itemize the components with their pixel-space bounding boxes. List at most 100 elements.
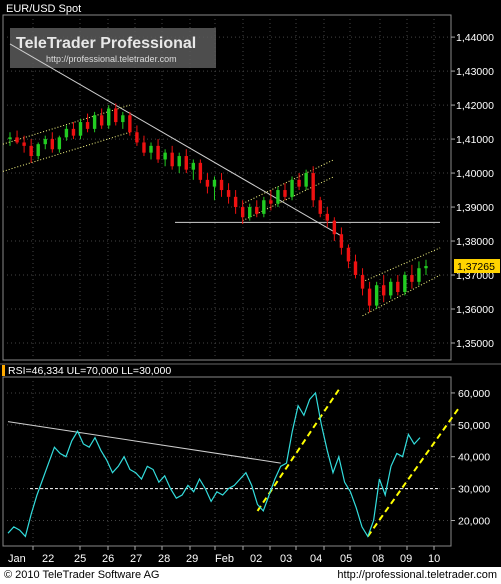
candle-body (233, 196, 238, 208)
candle-body (142, 142, 146, 153)
x-tick-label: 08 (372, 553, 384, 565)
rsi-series-line (7, 391, 421, 538)
candle-body (269, 200, 273, 204)
candle-body (226, 190, 231, 197)
candle-body (262, 200, 266, 214)
candle-body (198, 162, 203, 180)
watermark-subtitle: http://professional.teletrader.com (46, 54, 177, 64)
price-ytick-label: 1,39000 (456, 202, 494, 214)
rsi-ytick-label: 40,000 (458, 452, 490, 464)
x-tick-label: 25 (74, 553, 86, 565)
copyright-text: © 2010 TeleTrader Software AG (4, 569, 160, 581)
candle-body (311, 173, 315, 201)
candle-body (29, 145, 33, 157)
candle-body (177, 156, 181, 167)
candle-body (85, 122, 90, 129)
watermark-title: TeleTrader Professional (16, 35, 196, 52)
candle-body (360, 275, 365, 289)
candle-body (212, 179, 217, 187)
rsi-ytick-label: 30,000 (458, 484, 490, 496)
candle-body (240, 207, 245, 218)
candle-body (219, 179, 224, 191)
rsi-marker (2, 365, 5, 376)
x-tick-label: Feb (215, 553, 234, 565)
candle-body (290, 179, 294, 197)
rsi-ytick-label: 60,000 (458, 388, 490, 400)
x-tick-label: 09 (400, 553, 412, 565)
candle-body (318, 200, 322, 214)
candle-body (57, 137, 62, 150)
candle-body (121, 115, 125, 123)
candle-body (205, 179, 210, 187)
candle-body (107, 108, 111, 126)
candle-body (367, 288, 372, 306)
candle-body (156, 145, 160, 160)
x-tick-label: 29 (186, 553, 198, 565)
candle-body (163, 152, 167, 160)
candle-body (71, 128, 76, 136)
candle-body (276, 190, 280, 204)
candle-body (43, 139, 47, 145)
rsi-trend-line (7, 421, 281, 464)
candle-body (410, 275, 414, 282)
candle-body (332, 220, 337, 235)
candle-body (255, 207, 259, 214)
candle-body (114, 108, 118, 123)
candle-body (283, 190, 287, 197)
price-chart-title: EUR/USD Spot (6, 3, 81, 15)
price-ytick-label: 1,35000 (456, 338, 494, 350)
chart-canvas: 1,44000 1,43000 1,42000 1,41000 1,40000 1,390… (0, 3, 501, 565)
candle-body (403, 275, 407, 293)
price-ytick-label: 1,38000 (456, 236, 494, 248)
rsi-trend-line (366, 408, 460, 538)
x-tick-label: 05 (340, 553, 352, 565)
candle-body (389, 281, 393, 296)
x-tick-label: 27 (130, 553, 142, 565)
candle-body (304, 173, 308, 187)
candle-body (15, 137, 19, 143)
rsi-title: RSI=46,334 UL=70,000 LL=30,000 (8, 365, 171, 377)
candle-body (50, 139, 55, 150)
price-trend-line (362, 247, 441, 283)
candle-body (149, 145, 153, 153)
x-tick-label: 03 (280, 553, 292, 565)
price-trend-line (362, 274, 441, 317)
candle-body (184, 156, 188, 170)
candle-body (36, 144, 40, 157)
x-tick-label: 22 (42, 553, 54, 565)
candle-body (78, 122, 83, 136)
candle-body (8, 137, 12, 140)
x-tick-label: Jan (8, 553, 26, 565)
price-ytick-label: 1,43000 (456, 66, 494, 78)
candle-body (424, 266, 428, 269)
candle-body (135, 132, 139, 143)
x-tick-label: 28 (158, 553, 170, 565)
candle-body (396, 281, 400, 293)
candle-body (128, 115, 132, 133)
candle-body (64, 128, 69, 138)
footer-url[interactable]: http://professional.teletrader.com (337, 569, 497, 581)
candle-body (92, 115, 97, 129)
candle-body (22, 142, 26, 146)
candle-body (374, 285, 379, 306)
x-tick-label: 02 (250, 553, 262, 565)
candle-body (339, 234, 344, 248)
x-tick-label: 26 (102, 553, 114, 565)
rsi-ytick-label: 50,000 (458, 420, 490, 432)
x-tick-label: 10 (428, 553, 440, 565)
candle-body (325, 213, 329, 221)
candle-body (353, 261, 358, 276)
price-ytick-label: 1,40000 (456, 168, 494, 180)
candle-body (297, 179, 301, 187)
price-ytick-label: 1,41000 (456, 134, 494, 146)
candle-body (381, 285, 386, 296)
price-ytick-label: 1,36000 (456, 304, 494, 316)
candle-body (248, 207, 252, 218)
price-ytick-label: 1,42000 (456, 100, 494, 112)
candle-body (417, 268, 421, 282)
last-price-label: 1,37265 (457, 261, 495, 273)
candle-body (191, 162, 196, 170)
price-ytick-label: 1,44000 (456, 32, 494, 44)
candle-body (346, 247, 351, 262)
candle-body (170, 152, 174, 167)
